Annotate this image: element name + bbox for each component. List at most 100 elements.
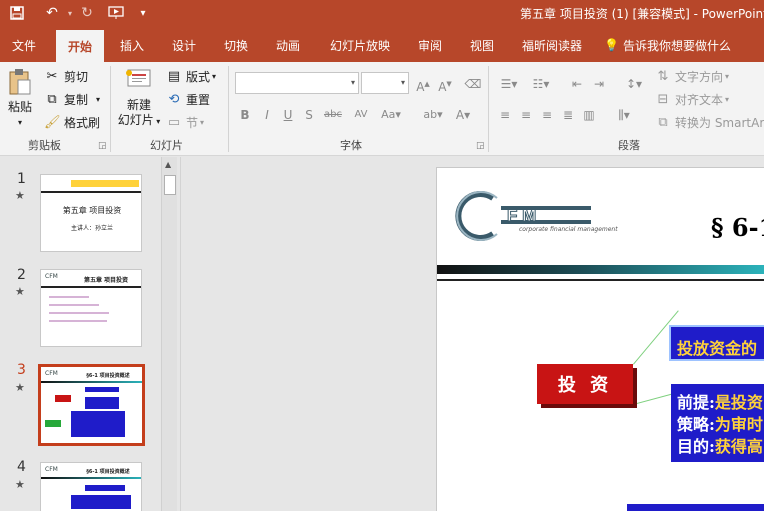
- align-center-icon[interactable]: ≡: [517, 106, 535, 124]
- reset-button[interactable]: ⟲ 重置: [166, 91, 210, 108]
- tell-me-box[interactable]: 💡 告诉我你想要做什么: [604, 34, 764, 56]
- columns-icon[interactable]: ⫼▾: [612, 106, 636, 124]
- undo-icon[interactable]: ↶: [42, 3, 62, 23]
- increase-font-icon[interactable]: A▲: [414, 75, 432, 94]
- align-text-label: 对齐文本: [675, 93, 724, 107]
- align-left-icon[interactable]: ≡: [496, 106, 514, 124]
- tab-slideshow[interactable]: 幻灯片放映: [322, 34, 398, 56]
- group-separator: [228, 66, 229, 152]
- tab-file[interactable]: 文件: [4, 34, 44, 56]
- ribbon-tabs: 文件 开始 插入 设计 切换 动画 幻灯片放映 审阅 视图 福昕阅读器 💡 告诉…: [0, 26, 764, 62]
- tab-review[interactable]: 审阅: [410, 34, 450, 56]
- format-painter-button[interactable]: 🖌 格式刷: [44, 114, 100, 131]
- font-color-icon[interactable]: A▾: [452, 106, 474, 124]
- clear-formatting-icon[interactable]: ⌫: [464, 75, 482, 93]
- numbering-icon[interactable]: ☷▾: [528, 75, 554, 93]
- thumb-title: §6-1 项目投资概述: [86, 373, 130, 379]
- svg-text:F M: F M: [507, 206, 536, 225]
- slide-editor[interactable]: F M corporate financial management § 6-1…: [436, 167, 764, 511]
- thumb-subtitle: 主讲人：孙立兰: [70, 225, 113, 232]
- underline-icon[interactable]: U: [279, 106, 297, 124]
- shadow-icon[interactable]: S: [300, 106, 318, 124]
- bottom-blue-box[interactable]: [627, 504, 764, 511]
- bullets-icon[interactable]: ☰▾: [496, 75, 522, 93]
- font-group-label: 字体: [340, 139, 362, 152]
- thumb-line: [49, 312, 109, 314]
- tab-animations[interactable]: 动画: [268, 34, 308, 56]
- tab-foxit-reader[interactable]: 福昕阅读器: [514, 34, 590, 56]
- premise-label: 前提:: [677, 393, 715, 412]
- font-launcher-icon[interactable]: ◲: [476, 141, 485, 151]
- section-dropdown-icon: ▾: [200, 118, 205, 127]
- paste-button[interactable]: 粘贴 ▾: [6, 68, 34, 130]
- cut-button[interactable]: ✂ 剪切: [44, 68, 88, 85]
- section-button[interactable]: ▭ 节 ▾: [166, 114, 204, 131]
- tab-design[interactable]: 设计: [164, 34, 204, 56]
- slide-thumbnail-2[interactable]: CFM 第五章 项目投资: [40, 269, 142, 347]
- invest-box[interactable]: 投 资: [537, 364, 633, 404]
- thumbnail-number: 4: [17, 459, 26, 475]
- new-slide-button[interactable]: 新建 幻灯片 ▾: [116, 68, 162, 129]
- line-spacing-icon[interactable]: ↕▾: [622, 75, 646, 93]
- copy-label: 复制: [64, 93, 89, 107]
- tab-home[interactable]: 开始: [56, 30, 104, 62]
- character-spacing-icon[interactable]: AV: [350, 106, 372, 124]
- convert-smartart-label: 转换为 SmartArt: [675, 116, 764, 130]
- justify-icon[interactable]: ≣: [559, 106, 577, 124]
- thumb-red-box: [55, 395, 71, 402]
- bold-icon[interactable]: B: [236, 106, 254, 124]
- start-slideshow-icon[interactable]: [106, 3, 126, 23]
- clipboard-launcher-icon[interactable]: ◲: [98, 141, 107, 151]
- customize-toolbar-icon[interactable]: ▾: [136, 3, 150, 23]
- italic-icon[interactable]: I: [258, 106, 276, 124]
- paintbrush-icon: 🖌: [44, 114, 61, 130]
- decrease-font-icon[interactable]: A▼: [436, 75, 454, 94]
- thumb-line: [49, 304, 99, 306]
- thumb-logo: CFM: [45, 370, 58, 377]
- premise-strategy-goal-box[interactable]: 前提:是投资 策略:为审时 目的:获得高: [671, 384, 764, 462]
- text-direction-icon: ⇅: [657, 68, 669, 84]
- paragraph-group-label: 段落: [618, 139, 640, 152]
- copy-button[interactable]: ⧉ 复制 ▾: [44, 91, 100, 108]
- highlight-icon[interactable]: ab▾: [420, 106, 446, 124]
- strategy-line: 策略:为审时: [677, 414, 764, 436]
- thumb-title: §6-1 项目投资概述: [86, 469, 130, 475]
- scrollbar-thumb[interactable]: [164, 175, 176, 195]
- thumbnail-scrollbar[interactable]: ▲: [161, 157, 177, 511]
- change-case-icon[interactable]: Aa▾: [378, 106, 404, 124]
- definition-box[interactable]: 投放资金的: [669, 325, 764, 361]
- animation-star-icon: ★: [15, 189, 25, 202]
- scroll-up-icon[interactable]: ▲: [165, 160, 171, 169]
- convert-smartart-button[interactable]: ⧉ 转换为 SmartArt: [655, 114, 764, 131]
- font-name-combo[interactable]: ▾: [235, 72, 359, 94]
- redo-icon[interactable]: ↻: [78, 3, 96, 23]
- align-text-button[interactable]: ⊟ 对齐文本 ▾: [655, 91, 729, 108]
- thumb-title: 第五章 项目投资: [83, 277, 129, 284]
- increase-indent-icon[interactable]: ⇥: [590, 75, 608, 93]
- undo-dropdown-icon[interactable]: ▾: [64, 3, 76, 23]
- strikethrough-icon[interactable]: abc: [322, 106, 344, 124]
- tab-insert[interactable]: 插入: [112, 34, 152, 56]
- layout-button[interactable]: ▤ 版式 ▾: [166, 68, 216, 85]
- paste-dropdown-icon: ▾: [17, 118, 22, 127]
- thumb-green-box: [45, 420, 61, 427]
- smartart-icon: ⧉: [658, 114, 668, 130]
- slide-thumbnail-3[interactable]: CFM §6-1 项目投资概述: [38, 364, 145, 446]
- font-size-combo[interactable]: ▾: [361, 72, 409, 94]
- align-right-icon[interactable]: ≡: [538, 106, 556, 124]
- slide-title[interactable]: § 6-1: [711, 213, 764, 242]
- text-direction-label: 文字方向: [675, 70, 724, 84]
- text-direction-button[interactable]: ⇅ 文字方向 ▾: [655, 68, 729, 85]
- animation-star-icon: ★: [15, 381, 25, 394]
- slide-thumbnail-1[interactable]: 第五章 项目投资 主讲人：孙立兰: [40, 174, 142, 252]
- decrease-indent-icon[interactable]: ⇤: [568, 75, 586, 93]
- thumb-blue-box: [71, 411, 125, 437]
- slide-thumbnail-4[interactable]: CFM §6-1 项目投资概述: [40, 462, 142, 511]
- copy-icon: ⧉: [47, 91, 57, 107]
- logo-subtitle: corporate financial management: [519, 226, 618, 233]
- group-separator: [488, 66, 489, 152]
- tab-view[interactable]: 视图: [462, 34, 502, 56]
- save-icon[interactable]: [8, 3, 26, 23]
- tab-transitions[interactable]: 切换: [216, 34, 256, 56]
- distributed-icon[interactable]: ▥: [580, 106, 598, 124]
